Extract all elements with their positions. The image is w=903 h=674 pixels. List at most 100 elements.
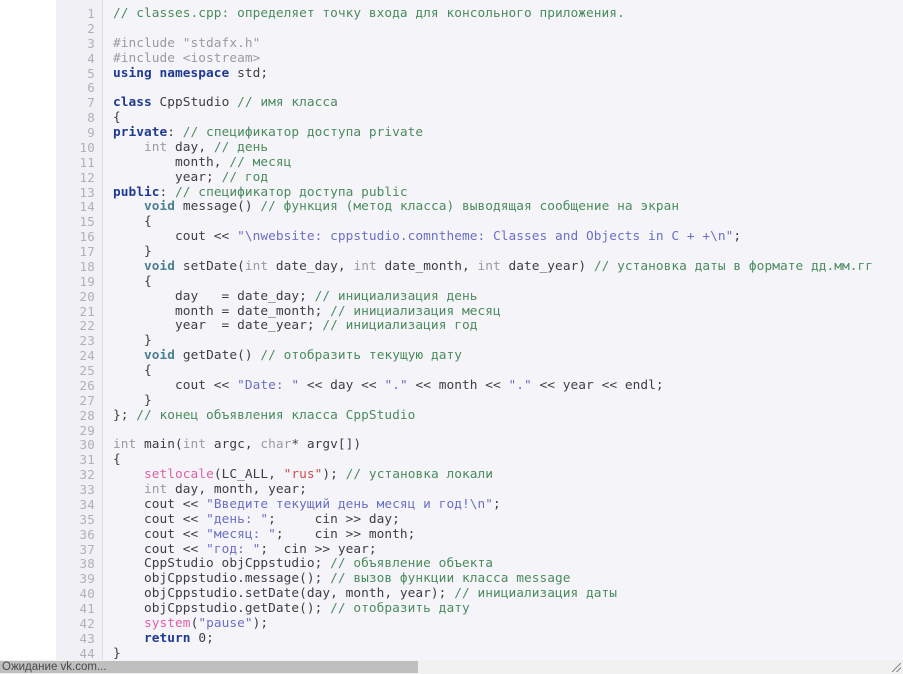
code-token-pln: { — [113, 110, 121, 126]
code-token-kwt: void — [144, 258, 176, 274]
code-token-pln: day = date_day; — [113, 288, 315, 304]
code-token-pln: : — [167, 125, 183, 140]
code-token-pln — [113, 467, 144, 482]
code-line: { — [113, 452, 903, 468]
line-number: 11 — [79, 154, 95, 170]
line-number: 40 — [79, 586, 95, 602]
line-number: 4 — [87, 50, 95, 66]
code-token-pln: year; — [113, 169, 222, 185]
line-number: 19 — [79, 273, 95, 289]
code-line: void message() // функция (метод класса)… — [113, 199, 903, 215]
code-line: cout << "год: "; cin >> year; — [113, 541, 903, 558]
code-token-typ: char — [260, 437, 292, 453]
line-number: 14 — [79, 199, 95, 215]
code-token-typ: int — [182, 437, 207, 453]
code-token-pln: month = date_month; — [113, 303, 331, 319]
code-line: // classes.cpp: определяет точку входа д… — [113, 6, 903, 22]
code-line: private: // спецификатор доступа private — [113, 125, 903, 141]
code-token-pln: month, — [113, 154, 230, 170]
code-line: { — [113, 214, 903, 230]
code-token-pln: { — [113, 363, 152, 378]
line-number: 27 — [79, 392, 95, 408]
code-line: public: // спецификатор доступа public — [113, 185, 903, 201]
code-line: } — [113, 244, 903, 260]
code-token-str: "." — [508, 377, 532, 393]
code-token-str: "день: " — [206, 511, 269, 527]
code-line: cout << "\nwebsite: cppstudio.comntheme:… — [113, 229, 903, 245]
code-token-pln: year = date_year; — [113, 318, 323, 334]
code-line: year = date_year; // инициализация год — [113, 318, 903, 334]
code-token-pln: cout << — [113, 377, 238, 393]
code-line: cout << "день: "; cin >> day; — [113, 511, 903, 528]
line-number: 39 — [79, 571, 95, 587]
code-line: class CppStudio // имя класса — [113, 95, 903, 111]
code-token-pln: (LC_ALL, — [213, 467, 284, 483]
line-number: 34 — [79, 496, 95, 512]
line-number: 1 — [87, 6, 95, 21]
code-token-pln — [113, 140, 144, 155]
code-token-pln: << day << — [299, 377, 385, 393]
code-token-str: "год: " — [206, 541, 261, 557]
code-token-cmt: // classes.cpp: определяет точку входа д… — [113, 6, 625, 21]
code-token-str: "." — [384, 377, 408, 393]
code-token-pln — [113, 348, 144, 363]
line-number: 28 — [79, 407, 95, 423]
code-line: { — [113, 363, 903, 379]
code-token-pln: << month << — [407, 377, 509, 393]
code-token-pln: ; cin >> day; — [268, 511, 400, 527]
code-token-pre: #include "stdafx.h" — [113, 35, 261, 51]
code-token-pln: date_month, — [376, 258, 478, 274]
code-line: void getDate() // отобразить текущую дат… — [113, 348, 903, 364]
code-token-str: "месяц: " — [206, 526, 276, 542]
line-number: 15 — [79, 214, 95, 230]
code-line: }; // конец объявления класса CppStudio — [113, 408, 903, 424]
code-line: } — [113, 392, 903, 409]
code-content-area[interactable]: // classes.cpp: определяет точку входа д… — [103, 0, 903, 660]
code-token-pre: #include <iostream> — [113, 50, 261, 66]
line-number: 24 — [79, 348, 95, 364]
code-token-cmt: // отобразить текущую дату — [260, 348, 462, 364]
code-token-typ: int — [477, 258, 501, 274]
code-token-pln: 0; — [190, 630, 214, 646]
line-number: 17 — [79, 244, 95, 259]
code-line: { — [113, 110, 903, 126]
code-token-pln: cout << — [113, 496, 207, 512]
line-number: 16 — [79, 229, 95, 245]
line-number-gutter: 1 2 3 4 5 6 7 8 9 10 11 12 13 14 15 16 17 18 19 20 21 22 23 24 2… — [56, 0, 103, 660]
code-token-cmt: // функция (метод класса) выводящая сооб… — [260, 199, 680, 215]
code-token-cmt: // отобразить дату — [330, 601, 470, 616]
code-line: CppStudio objCppstudio; // объявление об… — [113, 556, 903, 572]
line-number: 32 — [79, 467, 95, 483]
code-token-pln: ; — [492, 496, 501, 512]
code-line: cout << "Введите текущий день месяц и го… — [113, 496, 903, 513]
code-line: int main(int argc, char* argv[]) — [113, 437, 903, 453]
code-token-pln: cout << — [113, 526, 207, 542]
code-token-pln — [113, 199, 144, 214]
line-number: 7 — [87, 95, 95, 111]
code-token-kw: class — [113, 95, 152, 111]
code-line: objCppstudio.getDate(); // отобразить да… — [113, 601, 903, 617]
code-token-str: "pause" — [198, 615, 253, 631]
resize-corner-icon[interactable] — [889, 660, 903, 674]
code-token-str: "Введите текущий день месяц и год!\n" — [206, 496, 493, 512]
code-token-str: "\nwebsite: cppstudio.comntheme: Classes… — [237, 229, 734, 245]
code-line: int day, month, year; — [113, 482, 903, 498]
line-number: 38 — [79, 556, 95, 572]
code-token-pln: setDate( — [175, 258, 245, 274]
code-token-kwt: void — [144, 199, 176, 215]
code-token-cmt: // инициализация месяц — [330, 303, 501, 319]
code-token-pln — [113, 482, 144, 497]
code-token-typ: int — [113, 437, 137, 453]
code-token-typ: int — [144, 482, 168, 497]
code-token-pln — [113, 616, 144, 631]
code-token-pln: * argv[]) — [291, 437, 362, 453]
code-line: #include "stdafx.h" — [113, 35, 903, 52]
code-token-cmt: // объявление объекта — [330, 556, 493, 572]
line-number: 36 — [79, 526, 95, 542]
code-token-pln: } — [113, 392, 152, 408]
code-token-cmt: // инициализация год — [322, 318, 478, 334]
code-token-pln: ); — [322, 467, 346, 483]
code-token-pln: cout << — [113, 511, 207, 527]
line-number: 12 — [79, 169, 95, 185]
code-token-fn: system — [144, 615, 191, 631]
